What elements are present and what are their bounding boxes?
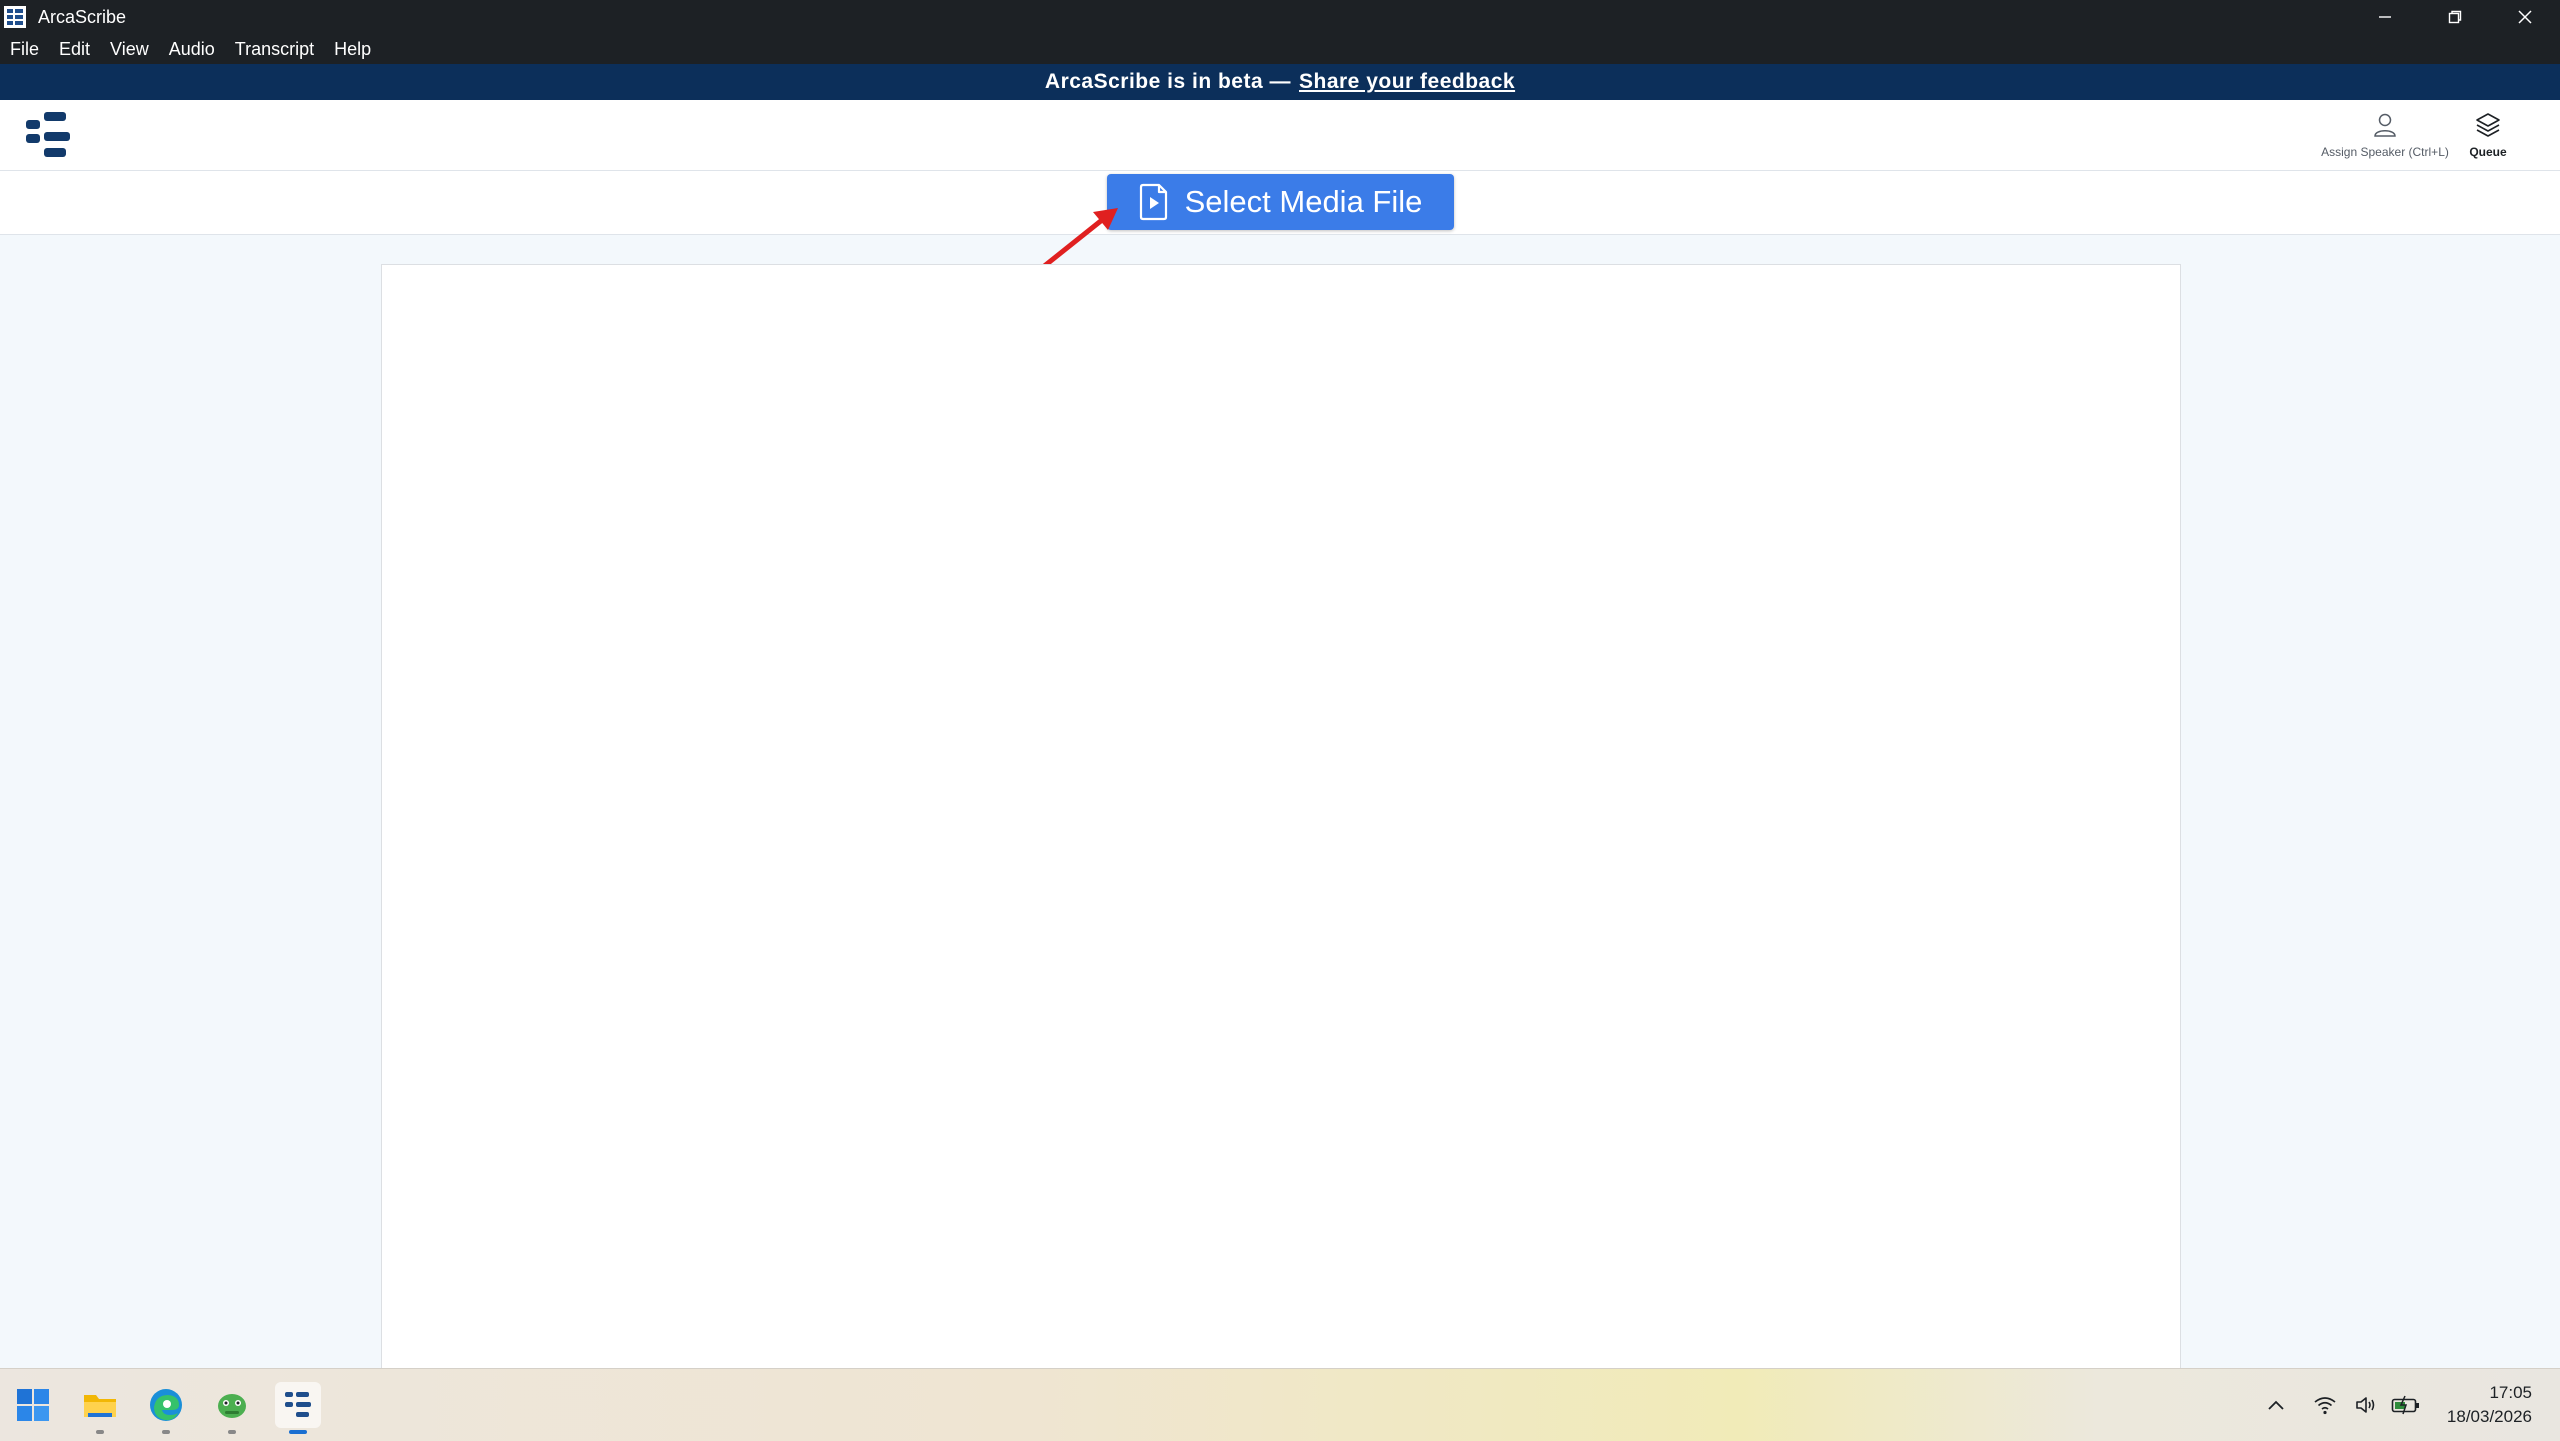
- menu-help[interactable]: Help: [324, 34, 381, 64]
- menu-audio[interactable]: Audio: [159, 34, 225, 64]
- media-file-icon: [1139, 183, 1167, 221]
- close-button[interactable]: [2490, 0, 2560, 34]
- battery-button[interactable]: [2384, 1395, 2428, 1415]
- beta-banner-text: ArcaScribe is in beta —: [1044, 70, 1291, 93]
- taskbar-green-app[interactable]: [209, 1382, 255, 1434]
- clock-date: 18/03/2026: [2446, 1407, 2532, 1426]
- volume-button[interactable]: [2348, 1395, 2384, 1415]
- transcript-editor[interactable]: [381, 264, 2181, 1375]
- minimize-button[interactable]: [2350, 0, 2420, 34]
- arcascribe-app-icon: [4, 6, 26, 28]
- show-hidden-icons-button[interactable]: [2258, 1399, 2294, 1411]
- menu-bar: File Edit View Audio Transcript Help: [0, 34, 2560, 64]
- windows-icon: [17, 1389, 49, 1421]
- taskbar-file-explorer[interactable]: [77, 1382, 123, 1434]
- taskbar: 17:05 18/03/2026: [0, 1368, 2560, 1441]
- menu-view[interactable]: View: [100, 34, 159, 64]
- queue-button[interactable]: Queue: [2460, 112, 2516, 159]
- app-header: Assign Speaker (Ctrl+L) Queue: [0, 100, 2560, 171]
- taskbar-clock[interactable]: 17:05 18/03/2026: [2447, 1381, 2532, 1429]
- system-tray: [2258, 1369, 2428, 1441]
- title-bar: ArcaScribe: [0, 0, 2560, 34]
- folder-icon: [84, 1395, 116, 1417]
- battery-charging-icon: [2391, 1395, 2419, 1415]
- minimize-icon: [2379, 16, 2391, 18]
- menu-edit[interactable]: Edit: [49, 34, 100, 64]
- running-indicator: [228, 1430, 236, 1434]
- media-toolbar: Select Media File: [0, 171, 2560, 235]
- edge-browser-icon: [150, 1389, 182, 1421]
- wifi-icon: [2314, 1397, 2336, 1415]
- layers-icon: [2476, 113, 2500, 137]
- select-media-file-button[interactable]: Select Media File: [1107, 174, 1454, 230]
- network-button[interactable]: [2302, 1395, 2348, 1415]
- running-indicator: [162, 1430, 170, 1434]
- speaker-icon: [2356, 1397, 2375, 1413]
- window-controls: [2350, 0, 2560, 34]
- taskbar-arcascribe[interactable]: [275, 1382, 321, 1434]
- share-feedback-link[interactable]: Share your feedback: [1299, 70, 1515, 94]
- taskbar-edge-browser[interactable]: [143, 1382, 189, 1434]
- restore-icon: [2448, 10, 2462, 24]
- chevron-up-icon: [2268, 1400, 2284, 1410]
- assign-speaker-button[interactable]: Assign Speaker (Ctrl+L): [2310, 112, 2460, 159]
- menu-transcript[interactable]: Transcript: [225, 34, 324, 64]
- close-icon: [2518, 10, 2532, 24]
- queue-label: Queue: [2469, 145, 2507, 159]
- start-button[interactable]: [10, 1382, 56, 1428]
- running-indicator: [96, 1430, 104, 1434]
- select-media-file-label: Select Media File: [1184, 184, 1423, 219]
- person-icon: [2374, 113, 2396, 137]
- active-indicator: [289, 1430, 307, 1434]
- menu-file[interactable]: File: [0, 34, 49, 64]
- beta-banner: ArcaScribe is in beta — Share your feedb…: [0, 64, 2560, 100]
- green-app-icon: [218, 1394, 246, 1418]
- assign-speaker-label: Assign Speaker (Ctrl+L): [2321, 145, 2449, 159]
- arcascribe-logo[interactable]: [26, 110, 72, 162]
- window-title: ArcaScribe: [38, 6, 127, 27]
- restore-button[interactable]: [2420, 0, 2490, 34]
- clock-time: 17:05: [2489, 1383, 2532, 1402]
- arcascribe-taskbar-icon: [285, 1392, 311, 1417]
